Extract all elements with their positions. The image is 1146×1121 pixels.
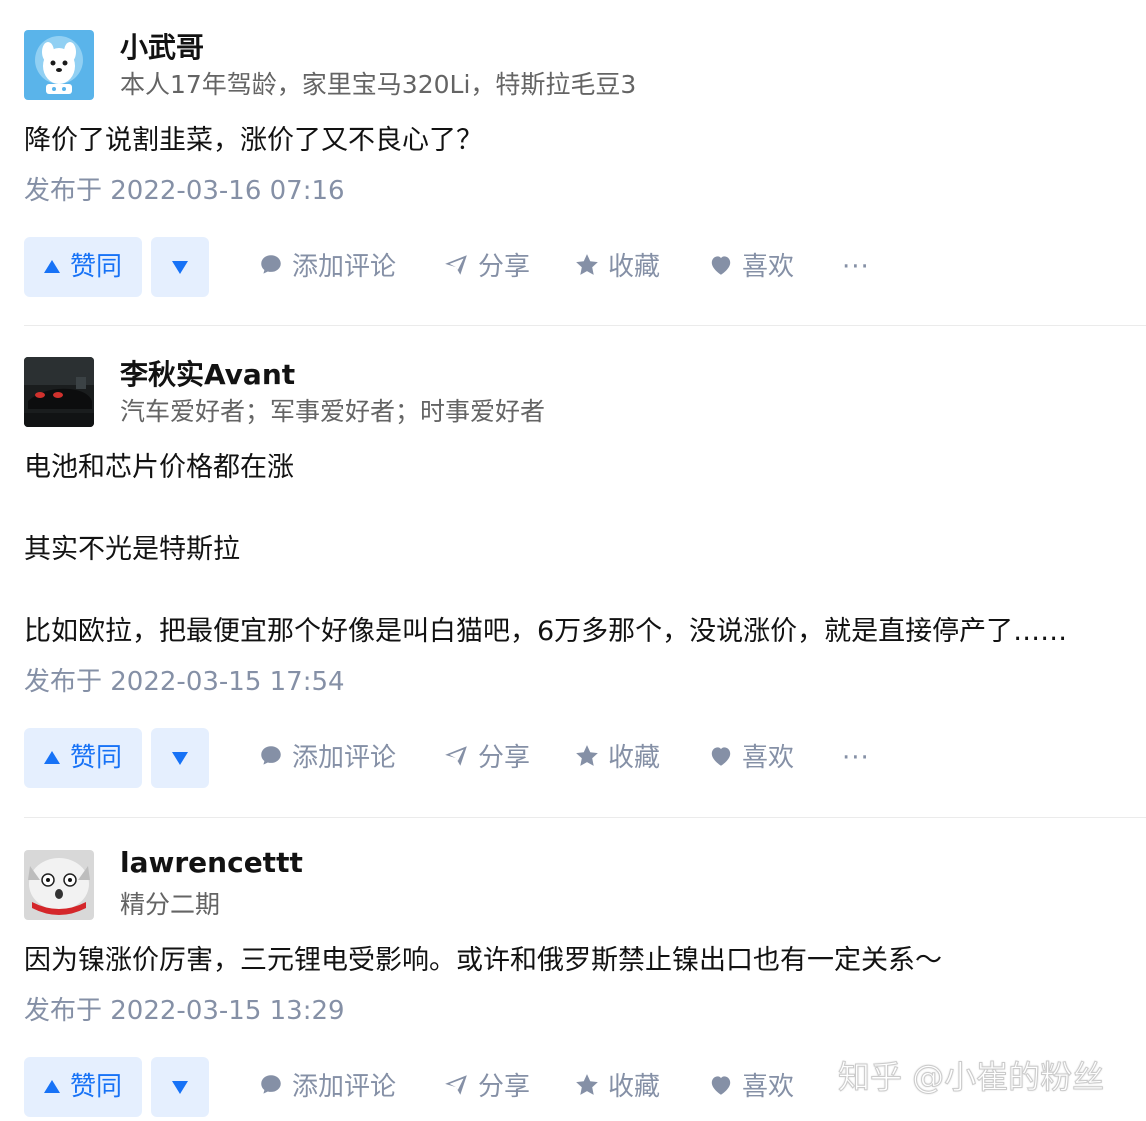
author-info: lawrencettt 精分二期 <box>24 846 1146 920</box>
like-button[interactable]: 喜欢 <box>708 728 794 788</box>
divider <box>24 325 1146 326</box>
add-comment-button[interactable]: 添加评论 <box>258 1057 396 1117</box>
star-icon <box>576 744 598 766</box>
share-label: 分享 <box>478 1072 531 1102</box>
author-name[interactable]: lawrencettt <box>120 846 303 879</box>
vote-up-button[interactable]: 赞同 <box>24 237 142 297</box>
triangle-up-icon <box>43 1080 60 1093</box>
share-button[interactable]: 分享 <box>442 1057 530 1117</box>
publish-time[interactable]: 发布于 2022-03-15 13:29 <box>24 989 1146 1033</box>
answer-paragraph: 降价了说割韭菜，涨价了又不良心了？ <box>24 125 483 156</box>
like-label: 喜欢 <box>742 252 795 282</box>
vote-up-label: 赞同 <box>69 743 122 773</box>
action-bar: 赞同 添加评论 分享 收藏 喜欢 ··· <box>24 237 1146 297</box>
triangle-down-icon <box>172 752 188 765</box>
answer-content: 电池和芯片价格都在涨 其实不光是特斯拉 比如欧拉，把最便宜那个好像是叫白猫吧，6… <box>24 447 1146 652</box>
heart-icon <box>711 746 731 766</box>
triangle-down-icon <box>172 1081 188 1094</box>
favorite-label: 收藏 <box>608 1072 661 1102</box>
author-info: 小武哥 本人17年驾龄，家里宝马320Li，特斯拉毛豆3 <box>24 28 1146 100</box>
answer-paragraph: 电池和芯片价格都在涨 <box>24 452 294 483</box>
answer-paragraph: 比如欧拉，把最便宜那个好像是叫白猫吧，6万多那个，没说涨价，就是直接停产了…… <box>24 616 1068 647</box>
action-bar: 赞同 添加评论 分享 收藏 喜欢 ··· <box>24 728 1146 788</box>
publish-time[interactable]: 发布于 2022-03-15 17:54 <box>24 660 1146 704</box>
answer-content: 降价了说割韭菜，涨价了又不良心了？ <box>24 120 1146 161</box>
avatar-dog-image <box>24 30 94 100</box>
vote-up-button[interactable]: 赞同 <box>24 1057 142 1117</box>
avatar[interactable] <box>24 30 94 100</box>
paper-plane-icon <box>445 254 467 275</box>
more-icon: ··· <box>842 252 870 282</box>
like-button[interactable]: 喜欢 <box>708 237 794 297</box>
like-label: 喜欢 <box>742 1072 795 1102</box>
add-comment-label: 添加评论 <box>292 743 397 773</box>
answer-item: 李秋实Avant 汽车爱好者；军事爱好者；时事爱好者 电池和芯片价格都在涨 其实… <box>24 355 1146 788</box>
author-bio: 本人17年驾龄，家里宝马320Li，特斯拉毛豆3 <box>120 70 637 99</box>
avatar[interactable] <box>24 850 94 920</box>
author-bio: 汽车爱好者；军事爱好者；时事爱好者 <box>120 397 546 426</box>
triangle-up-icon <box>43 260 60 273</box>
author-name[interactable]: 小武哥 <box>120 26 204 66</box>
vote-up-button[interactable]: 赞同 <box>24 728 142 788</box>
vote-up-label: 赞同 <box>69 1072 122 1102</box>
answer-content: 因为镍涨价厉害，三元锂电受影响。或许和俄罗斯禁止镍出口也有一定关系～ <box>24 940 1146 981</box>
favorite-button[interactable]: 收藏 <box>574 237 660 297</box>
favorite-label: 收藏 <box>608 252 661 282</box>
like-button[interactable]: 喜欢 <box>708 1057 794 1117</box>
publish-time[interactable]: 发布于 2022-03-16 07:16 <box>24 169 1146 213</box>
star-icon <box>576 1073 598 1095</box>
vote-down-button[interactable] <box>151 1057 209 1117</box>
heart-icon <box>711 255 731 275</box>
vote-down-button[interactable] <box>151 237 209 297</box>
add-comment-button[interactable]: 添加评论 <box>258 728 396 788</box>
vote-up-label: 赞同 <box>69 252 122 282</box>
vote-down-button[interactable] <box>151 728 209 788</box>
favorite-button[interactable]: 收藏 <box>574 1057 660 1117</box>
author-name[interactable]: 李秋实Avant <box>120 353 295 393</box>
author-bio: 精分二期 <box>120 890 221 919</box>
star-icon <box>576 253 598 275</box>
share-label: 分享 <box>478 252 531 282</box>
more-button[interactable]: ··· <box>842 237 870 297</box>
answer-item: 小武哥 本人17年驾龄，家里宝马320Li，特斯拉毛豆3 降价了说割韭菜，涨价了… <box>24 28 1146 297</box>
share-label: 分享 <box>478 743 531 773</box>
answer-paragraph: 因为镍涨价厉害，三元锂电受影响。或许和俄罗斯禁止镍出口也有一定关系～ <box>24 945 942 976</box>
favorite-label: 收藏 <box>608 743 661 773</box>
comment-bubble-icon <box>261 254 281 274</box>
avatar[interactable] <box>24 357 94 427</box>
comment-bubble-icon <box>261 745 281 765</box>
answer-paragraph: 其实不光是特斯拉 <box>24 534 240 565</box>
triangle-down-icon <box>172 261 188 274</box>
paper-plane-icon <box>445 1074 467 1095</box>
like-label: 喜欢 <box>742 743 795 773</box>
share-button[interactable]: 分享 <box>442 728 530 788</box>
avatar-cat-image <box>24 850 94 920</box>
comment-bubble-icon <box>261 1074 281 1094</box>
favorite-button[interactable]: 收藏 <box>574 728 660 788</box>
zhihu-watermark: 知乎 @小崔的粉丝 <box>837 1058 1105 1097</box>
author-info: 李秋实Avant 汽车爱好者；军事爱好者；时事爱好者 <box>24 355 1146 427</box>
avatar-car-image <box>24 357 94 427</box>
more-button[interactable]: ··· <box>842 728 870 788</box>
more-icon: ··· <box>842 743 870 773</box>
divider <box>24 817 1146 818</box>
add-comment-button[interactable]: 添加评论 <box>258 237 396 297</box>
paper-plane-icon <box>445 745 467 766</box>
add-comment-label: 添加评论 <box>292 252 397 282</box>
share-button[interactable]: 分享 <box>442 237 530 297</box>
heart-icon <box>711 1075 731 1095</box>
add-comment-label: 添加评论 <box>292 1072 397 1102</box>
triangle-up-icon <box>43 751 60 764</box>
